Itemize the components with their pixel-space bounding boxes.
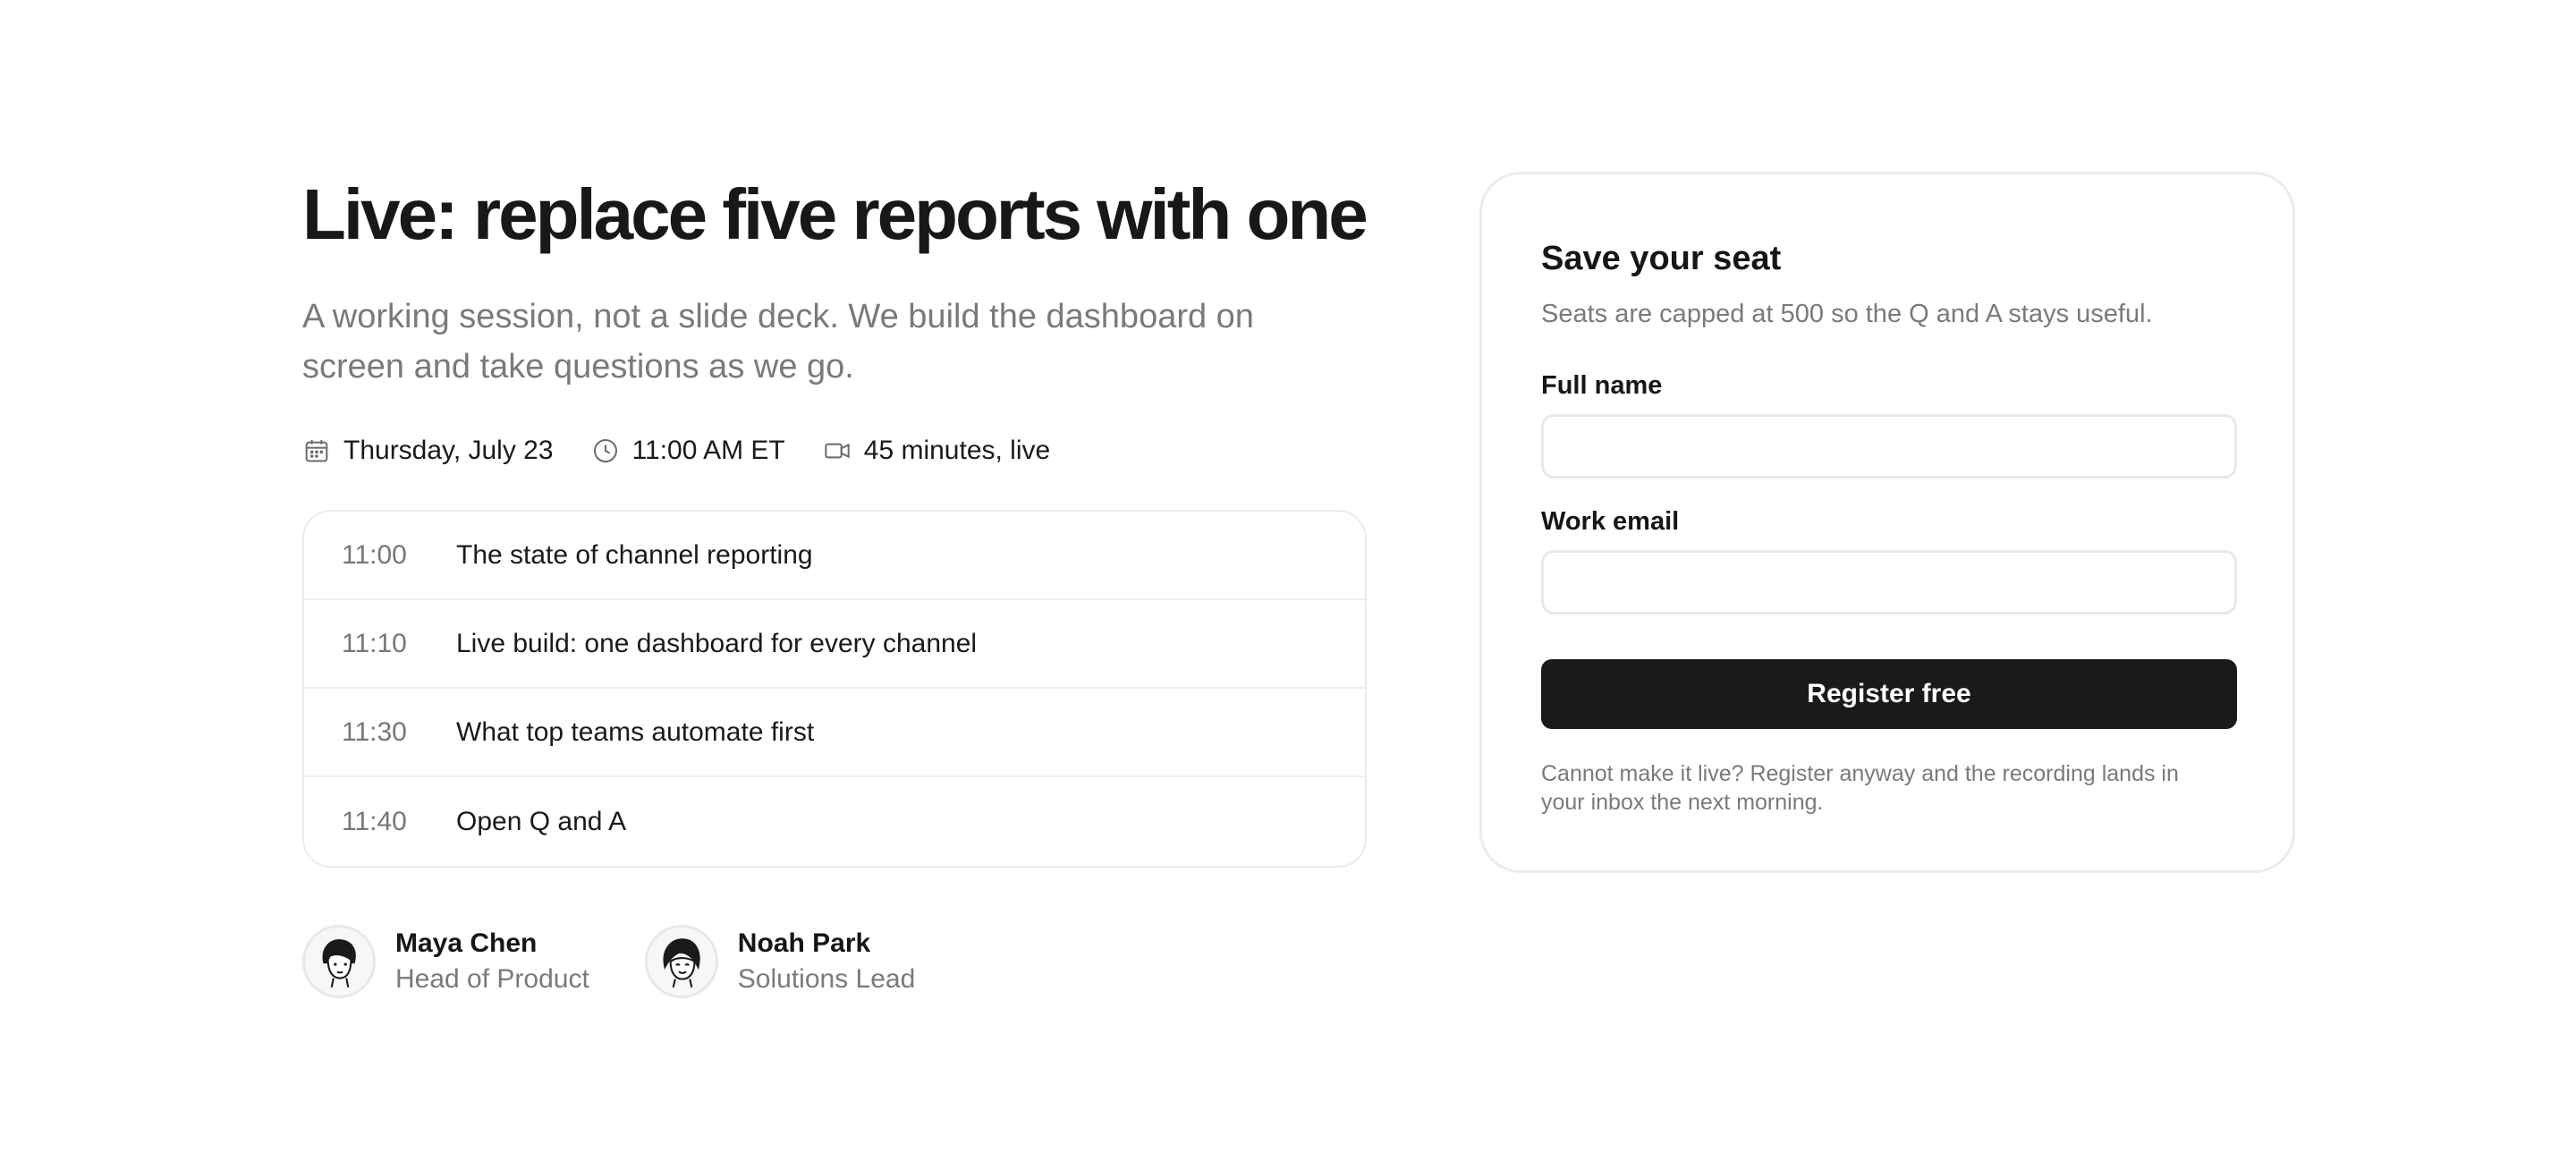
event-description: A working session, not a slide deck. We … <box>302 298 1254 386</box>
agenda-item: 11:00 The state of channel reporting <box>304 512 1365 600</box>
agenda-item: 11:30 What top teams automate first <box>304 689 1365 777</box>
agenda-time: 11:30 <box>342 716 407 747</box>
agenda-topic: What top teams automate first <box>456 716 815 747</box>
person-illustration-icon <box>322 939 356 988</box>
meta-time: 11:00 AM ET <box>591 436 785 466</box>
meta-time-label: 11:00 AM ET <box>631 436 785 465</box>
speaker-card: Maya Chen Head of Product <box>302 925 589 998</box>
speaker-name: Maya Chen <box>395 928 538 958</box>
clock-icon <box>593 439 617 462</box>
avatar <box>302 925 376 998</box>
speaker-info: Maya Chen Head of Product <box>395 926 589 997</box>
registration-card: Save your seat Seats are capped at 500 s… <box>1479 172 2295 873</box>
agenda-item: 11:40 Open Q and A <box>304 777 1365 866</box>
registration-title: Save your seat <box>1541 240 1782 277</box>
work-email-input[interactable] <box>1541 550 2237 614</box>
full-name-input[interactable] <box>1541 414 2237 479</box>
agenda-list: 11:00 The state of channel reporting 11:… <box>302 510 1367 868</box>
speaker-role: Head of Product <box>395 964 589 994</box>
speaker-role: Solutions Lead <box>737 964 916 994</box>
avatar <box>644 925 718 998</box>
event-details: Live: replace five reports with one A wo… <box>302 161 1368 998</box>
webinar-page: Live: replace five reports with one A wo… <box>0 0 2576 1161</box>
agenda-time: 11:10 <box>342 628 407 658</box>
speaker-name: Noah Park <box>737 928 871 958</box>
meta-date-label: Thursday, July 23 <box>343 436 554 465</box>
event-meta: Thursday, July 23 11:00 AM ET 45 minutes… <box>302 431 1367 470</box>
page-title: Live: replace five reports with one <box>302 174 1368 254</box>
video-icon <box>825 443 850 459</box>
agenda-topic: The state of channel reporting <box>456 539 813 570</box>
meta-duration-label: 45 minutes, live <box>863 436 1051 465</box>
register-button[interactable]: Register free <box>1541 659 2237 729</box>
work-email-label: Work email <box>1541 507 1680 536</box>
agenda-topic: Open Q and A <box>456 806 627 836</box>
person-illustration-icon <box>663 938 700 988</box>
agenda-time: 11:00 <box>342 539 407 570</box>
full-name-label: Full name <box>1541 371 1663 400</box>
registration-subtitle: Seats are capped at 500 so the Q and A s… <box>1541 300 2153 328</box>
calendar-icon <box>305 440 328 462</box>
agenda-topic: Live build: one dashboard for every chan… <box>456 628 978 658</box>
speaker-info: Noah Park Solutions Lead <box>738 926 916 997</box>
meta-date: Thursday, July 23 <box>302 436 554 466</box>
agenda-item: 11:10 Live build: one dashboard for ever… <box>304 600 1365 689</box>
agenda-time: 11:40 <box>342 806 407 836</box>
recording-note: Cannot make it live? Register anyway and… <box>1541 761 2179 815</box>
meta-duration: 45 minutes, live <box>823 436 1050 466</box>
speaker-card: Noah Park Solutions Lead <box>644 925 916 998</box>
speakers: Maya Chen Head of Product Noah Park Solu… <box>302 925 1367 998</box>
